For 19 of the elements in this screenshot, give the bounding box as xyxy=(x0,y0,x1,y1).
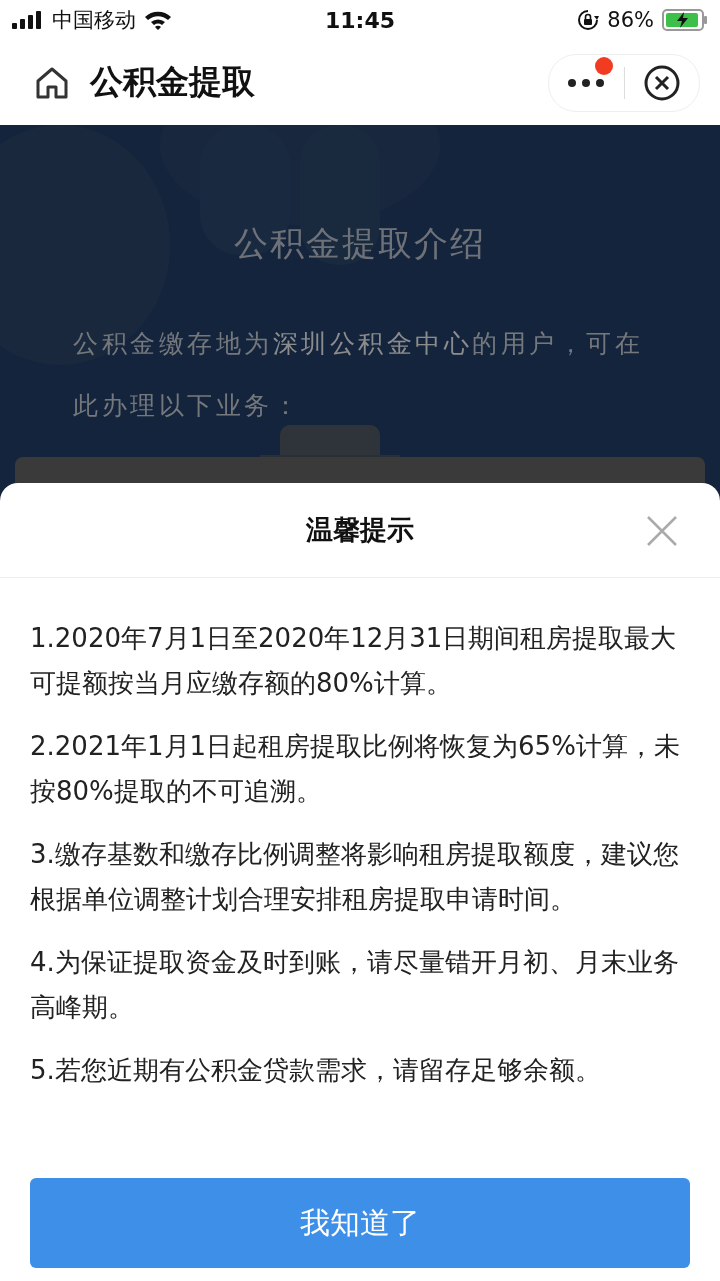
clock-time: 11:45 xyxy=(325,7,395,33)
tip-text: 4.为保证提取资金及时到账，请尽量错开月初、月末业务高峰期。 xyxy=(30,946,680,1024)
tip-text: 3.缴存基数和缴存比例调整将影响租房提取额度，建议您根据单位调整计划合理安排租房提取申请时间。 xyxy=(30,838,680,916)
signal-icon xyxy=(12,11,44,29)
carrier-name: 中国移动 xyxy=(52,7,136,34)
page-title: 公积金提取 xyxy=(90,61,256,103)
rotation-lock-icon xyxy=(577,9,600,31)
intro-text: 公积金缴存地为深圳公积金中心的用户，可在此办理以下业务： xyxy=(73,328,644,422)
confirm-button[interactable]: 我知道了 xyxy=(30,1178,690,1268)
intro-title: 公积金提取介绍 xyxy=(234,222,486,265)
tip-text: 2.2021年1月1日起租房提取比例将恢复为65%计算，未按80%提取的不可追溯。 xyxy=(30,730,681,808)
wifi-icon xyxy=(144,10,172,30)
dialog-title: 温馨提示 xyxy=(306,513,414,547)
tip-text: 1.2020年7月1日至2020年12月31日期间租房提取最大可提额按当月应缴存额的80%计算。 xyxy=(30,622,678,700)
more-icon xyxy=(568,78,605,87)
tip-text: 5.若您近期有公积金贷款需求，请留存足够余额。 xyxy=(30,1054,602,1087)
battery-icon xyxy=(662,9,708,31)
close-icon xyxy=(643,64,680,101)
battery-percent: 86% xyxy=(607,8,654,32)
